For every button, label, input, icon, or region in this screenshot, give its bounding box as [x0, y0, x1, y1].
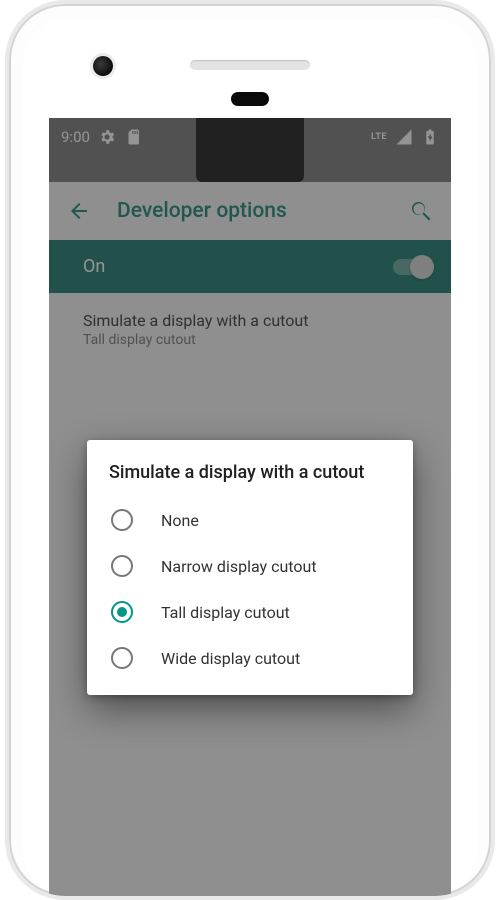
cutout-option-none[interactable]: None [109, 497, 391, 543]
radio-icon [111, 555, 133, 577]
volume-button [493, 230, 495, 350]
option-label: None [161, 511, 199, 530]
cutout-dialog: Simulate a display with a cutout None Na… [87, 440, 413, 695]
radio-icon [111, 509, 133, 531]
option-label: Tall display cutout [161, 603, 290, 622]
dialog-title: Simulate a display with a cutout [109, 462, 391, 483]
phone-frame: 9:00 LTE [5, 0, 495, 900]
cutout-option-tall[interactable]: Tall display cutout [109, 589, 391, 635]
earpiece-speaker [190, 60, 310, 70]
cutout-option-wide[interactable]: Wide display cutout [109, 635, 391, 681]
device-screen: 9:00 LTE [49, 118, 451, 896]
option-label: Wide display cutout [161, 649, 300, 668]
radio-icon [111, 601, 133, 623]
option-label: Narrow display cutout [161, 557, 317, 576]
cutout-option-narrow[interactable]: Narrow display cutout [109, 543, 391, 589]
proximity-sensor [231, 92, 269, 106]
phone-bezel: 9:00 LTE [23, 18, 477, 896]
front-camera [93, 56, 113, 76]
power-button [493, 364, 495, 434]
